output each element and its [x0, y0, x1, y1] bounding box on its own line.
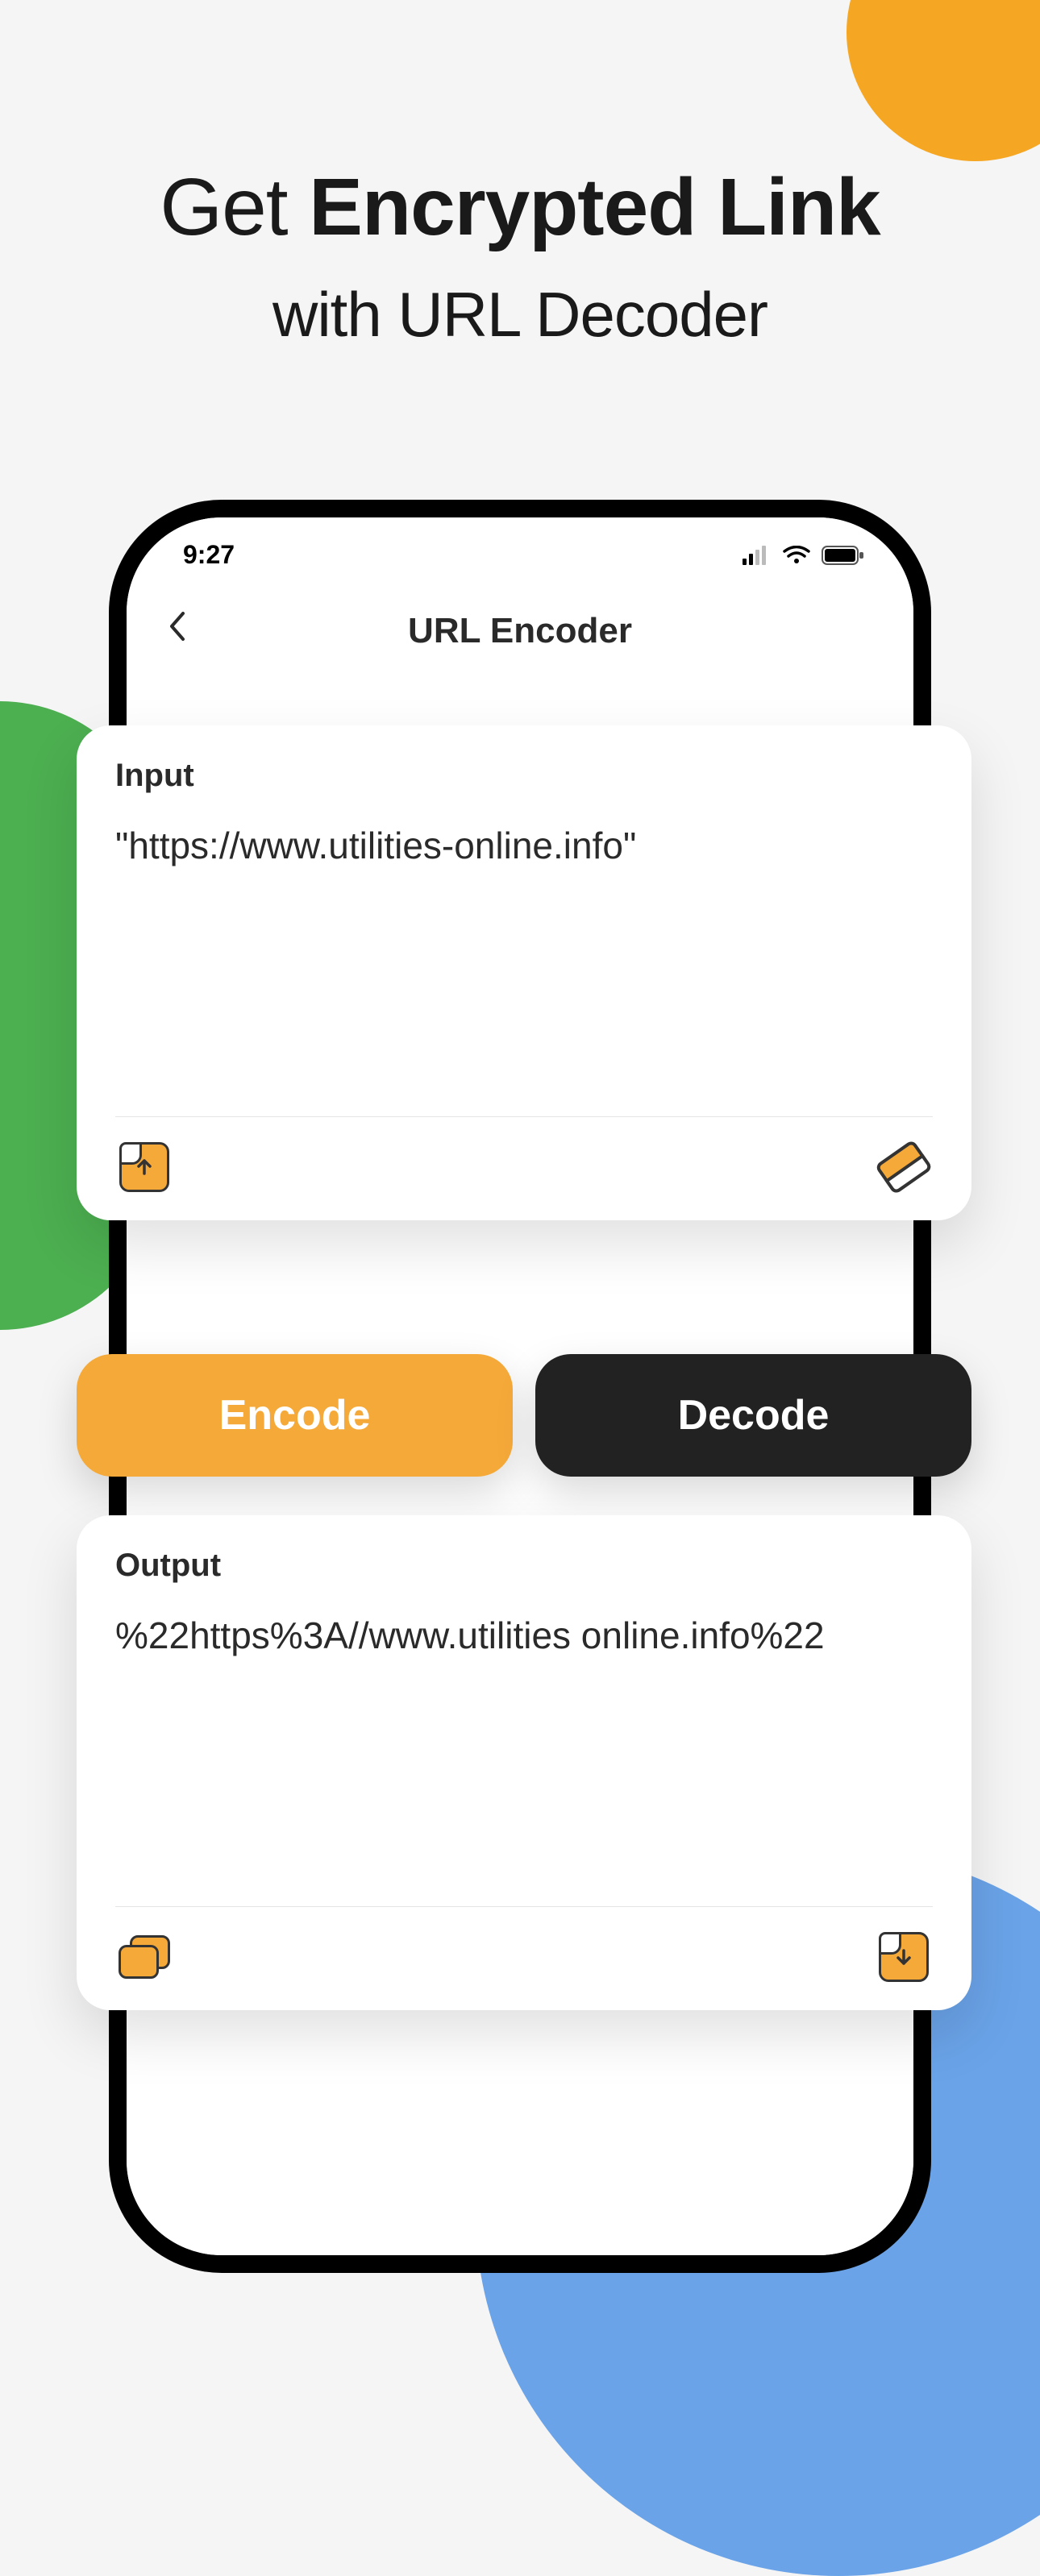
status-time: 9:27	[183, 540, 235, 570]
signal-icon	[743, 546, 772, 565]
input-label: Input	[115, 758, 933, 794]
copy-button[interactable]	[115, 1928, 173, 1986]
decorative-orange-circle	[847, 0, 1040, 161]
copy-icon	[119, 1935, 170, 1979]
output-label: Output	[115, 1548, 933, 1584]
status-icons	[743, 545, 865, 566]
headline-sub: with URL Decoder	[0, 278, 1040, 351]
action-row: Encode Decode	[77, 1354, 971, 1477]
input-text[interactable]: "https://www.utilities-online.info"	[115, 818, 933, 1100]
download-button[interactable]	[875, 1928, 933, 1986]
output-text: %22https%3A//www.utilities online.info%2…	[115, 1608, 933, 1890]
output-card: Output %22https%3A//www.utilities online…	[77, 1515, 971, 2010]
divider	[115, 1116, 933, 1117]
page-title: URL Encoder	[167, 611, 873, 651]
download-icon	[879, 1932, 929, 1982]
input-card: Input "https://www.utilities-online.info…	[77, 725, 971, 1220]
upload-button[interactable]	[115, 1138, 173, 1196]
divider	[115, 1906, 933, 1907]
encode-button[interactable]: Encode	[77, 1354, 513, 1477]
decode-button[interactable]: Decode	[535, 1354, 971, 1477]
erase-button[interactable]	[875, 1138, 933, 1196]
eraser-icon	[875, 1139, 934, 1195]
headline-bold: Encrypted Link	[309, 162, 880, 252]
upload-icon	[119, 1142, 169, 1192]
headline-prefix: Get	[160, 162, 309, 252]
status-bar: 9:27	[127, 517, 913, 578]
wifi-icon	[783, 546, 810, 565]
app-header: URL Encoder	[127, 578, 913, 667]
marketing-headline: Get Encrypted Link with URL Decoder	[0, 161, 1040, 351]
battery-icon	[822, 545, 865, 566]
